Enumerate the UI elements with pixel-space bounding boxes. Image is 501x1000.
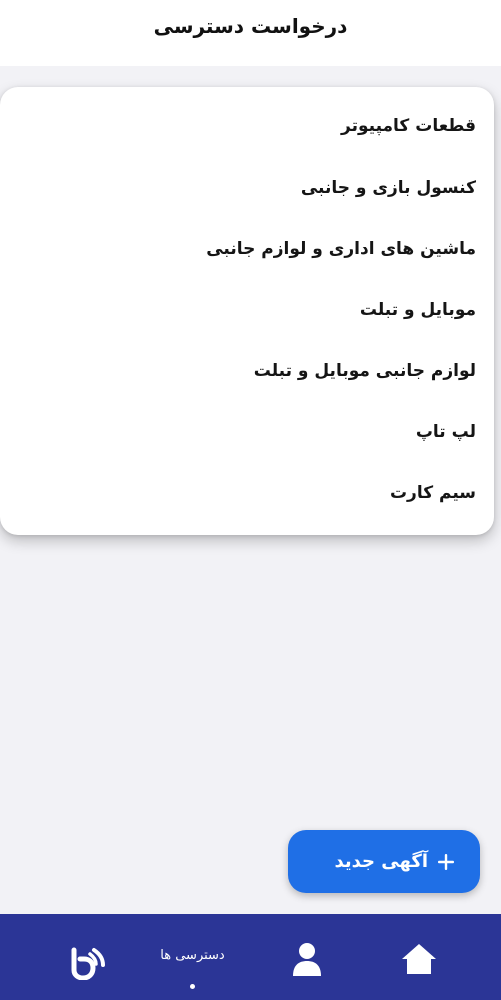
brand-logo-icon [71, 947, 105, 980]
nav-item-home[interactable] [390, 914, 450, 1000]
app-header: درخواست دسترسی [0, 0, 501, 66]
nav-item-brand[interactable] [64, 914, 114, 1000]
new-ad-button[interactable]: آگهی جدید [288, 830, 480, 893]
page-title: درخواست دسترسی [153, 14, 348, 38]
nav-label-access: دسترسی ها [160, 948, 225, 963]
menu-item-sim-card[interactable]: سیم کارت [0, 471, 476, 515]
plus-icon [438, 854, 454, 870]
bottom-navigation: دسترسی ها [0, 914, 501, 1000]
menu-item-game-console[interactable]: کنسول بازی و جانبی [0, 166, 476, 210]
category-dropdown-menu: قطعات کامپیوتر کنسول بازی و جانبی ماشین … [0, 87, 494, 535]
menu-item-laptop[interactable]: لپ تاپ [0, 410, 476, 454]
menu-item-mobile-accessories[interactable]: لوازم جانبی موبایل و تبلت [0, 349, 476, 393]
menu-item-mobile-tablet[interactable]: موبایل و تبلت [0, 288, 476, 332]
new-ad-label: آگهی جدید [334, 851, 428, 872]
menu-item-office-machines[interactable]: ماشین های اداری و لوازم جانبی [0, 227, 476, 271]
user-icon [293, 943, 321, 976]
menu-item-computer-parts[interactable]: قطعات کامپیوتر [0, 104, 476, 148]
nav-item-profile[interactable] [282, 914, 332, 1000]
active-indicator-dot [190, 984, 195, 989]
nav-item-access[interactable]: دسترسی ها [150, 914, 235, 1000]
home-icon [402, 944, 436, 974]
